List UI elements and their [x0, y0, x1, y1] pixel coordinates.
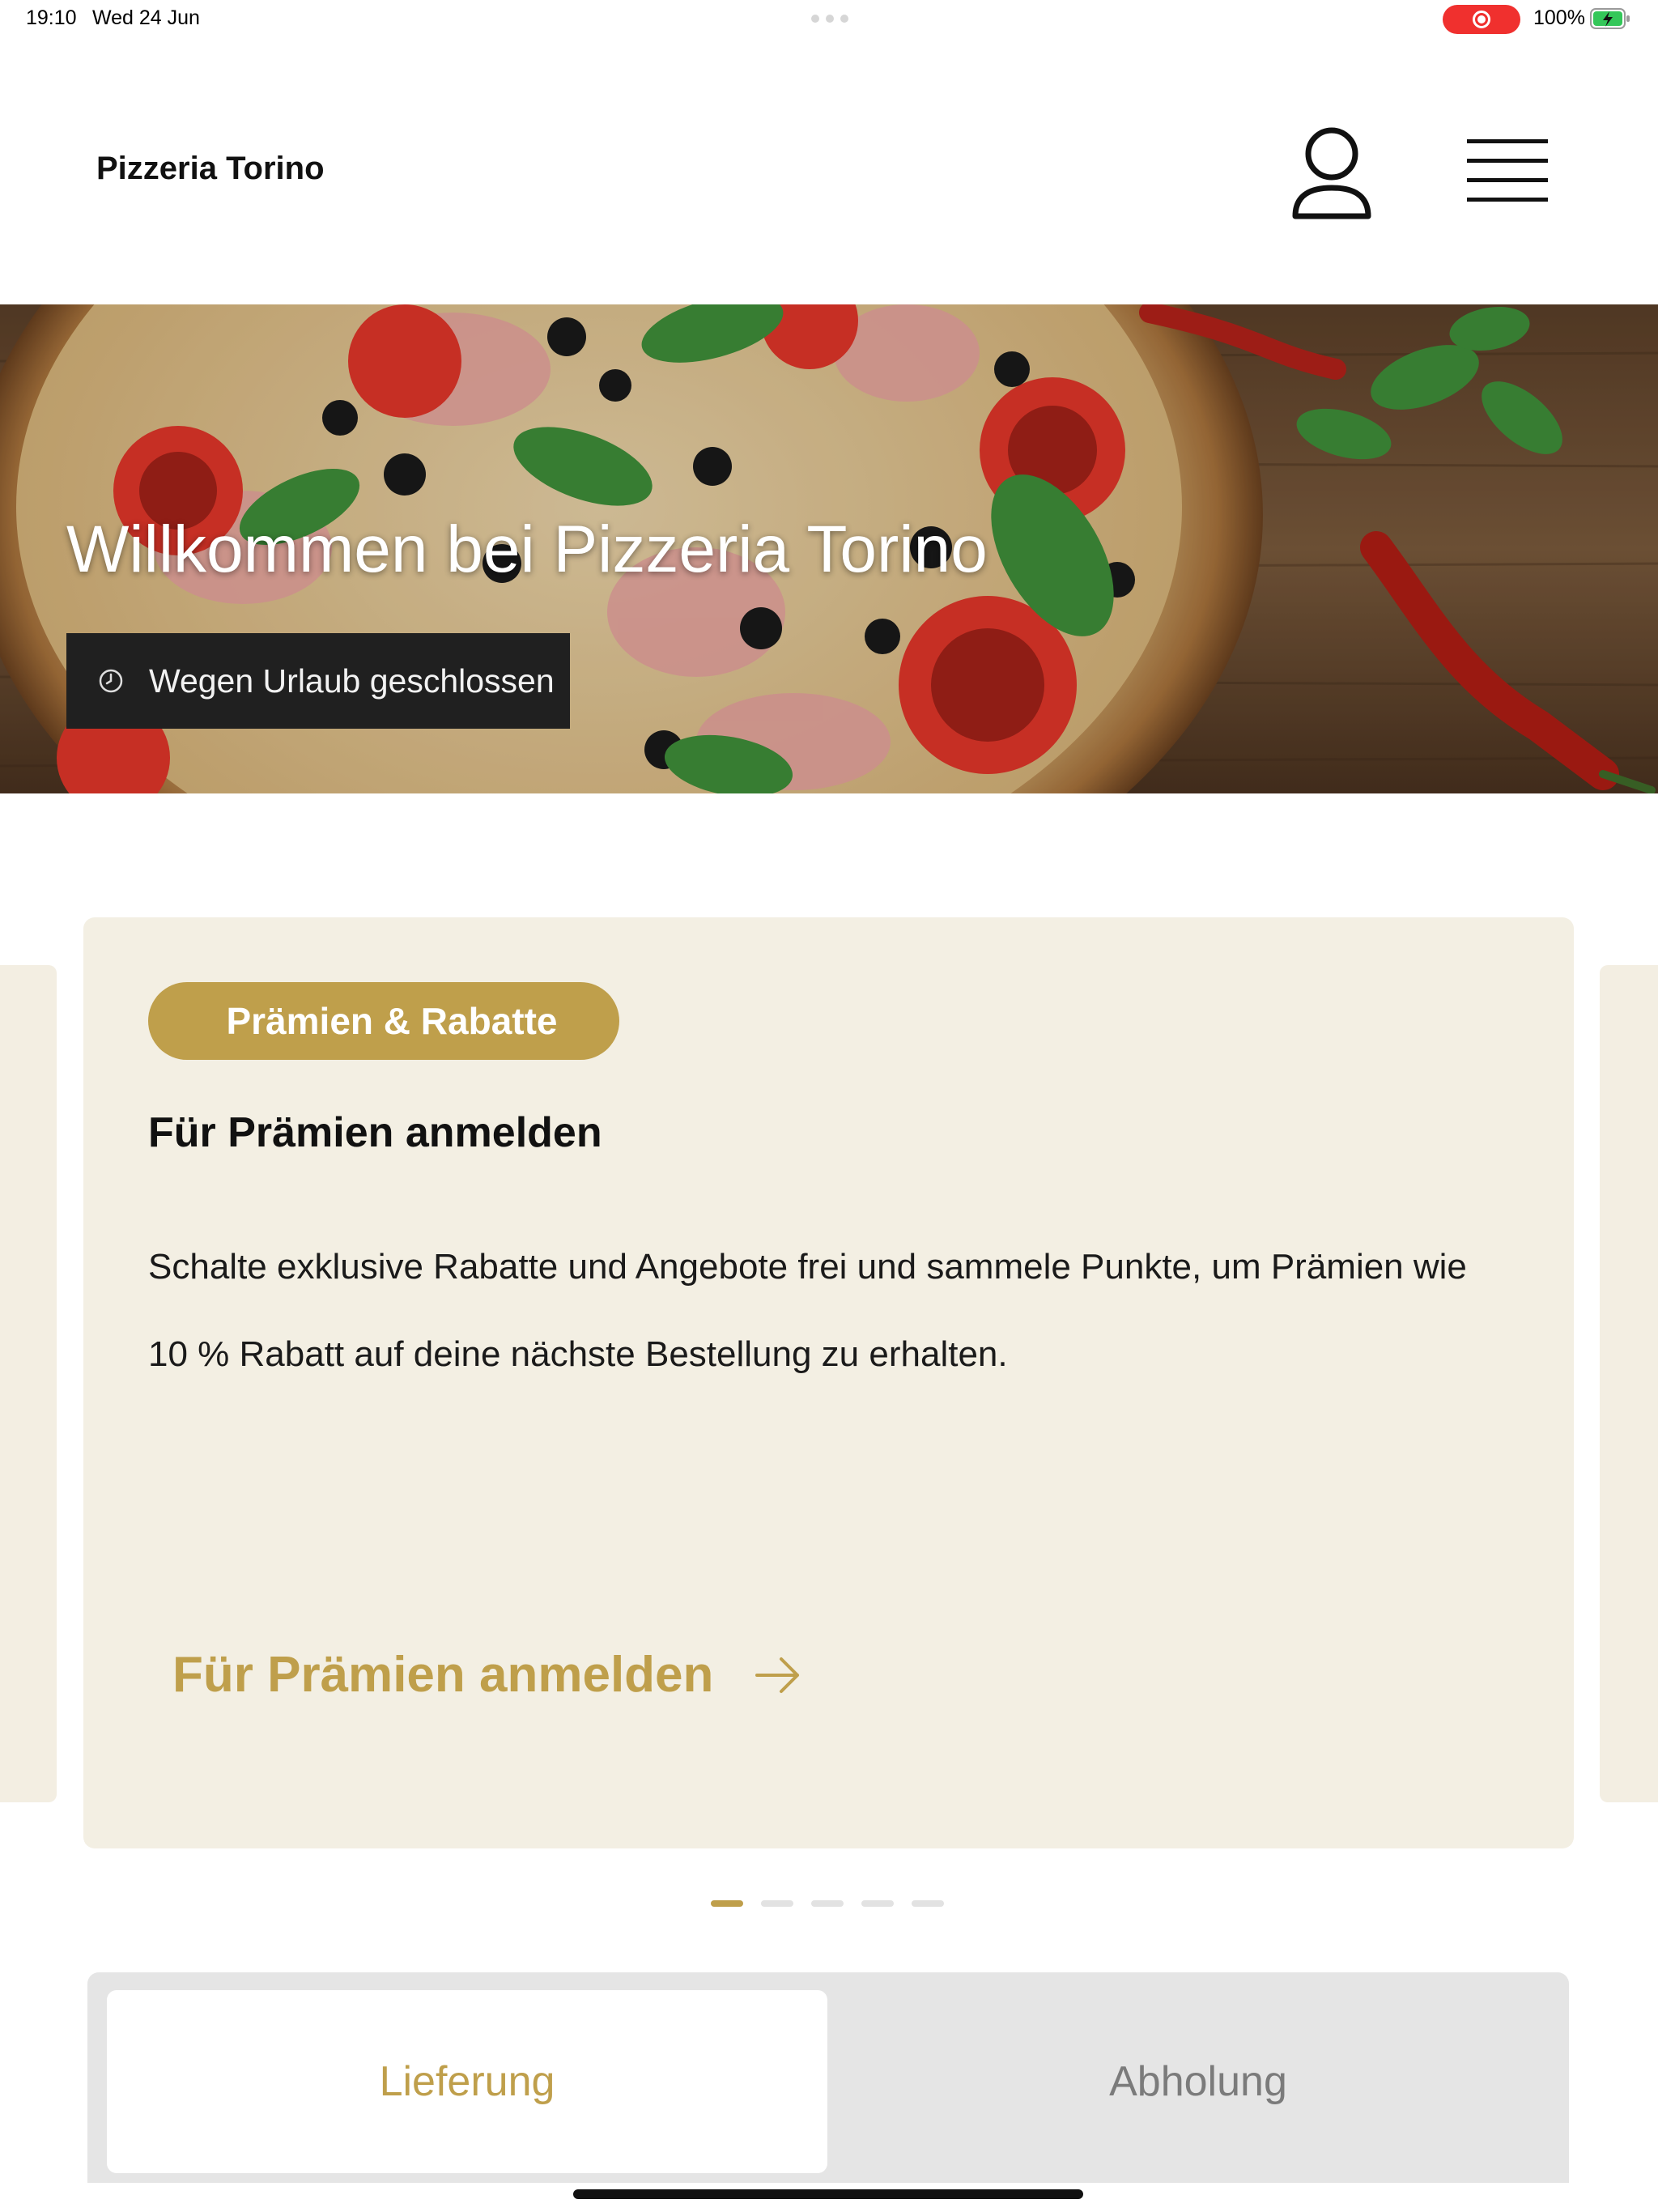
- page-dot[interactable]: [861, 1900, 894, 1907]
- multitasking-dots-icon[interactable]: [811, 15, 848, 23]
- record-icon: [1473, 11, 1490, 28]
- app-screen: 19:10 Wed 24 Jun 100% Pizzeria Torino Wi…: [0, 0, 1658, 2212]
- battery-charging-icon: [1590, 8, 1630, 29]
- home-indicator[interactable]: [573, 2189, 1083, 2199]
- arrow-right-icon: [755, 1657, 800, 1693]
- rewards-promo-card[interactable]: Prämien & Rabatte Für Prämien anmelden S…: [83, 917, 1574, 1848]
- next-card-peek[interactable]: [1600, 965, 1658, 1802]
- promo-description-line: 10 % Rabatt auf deine nächste Bestellung…: [148, 1334, 1008, 1374]
- rewards-signup-link[interactable]: Für Prämien anmelden: [172, 1646, 802, 1704]
- promo-description-line: Schalte exklusive Rabatte und Angebote f…: [148, 1247, 1467, 1287]
- store-status-badge: Wegen Urlaub geschlossen: [66, 633, 570, 729]
- brand-name[interactable]: Pizzeria Torino: [96, 151, 325, 187]
- page-dot[interactable]: [711, 1900, 743, 1907]
- carousel-page-indicator: [711, 1900, 944, 1907]
- promo-tag: Prämien & Rabatte: [148, 982, 619, 1060]
- rewards-signup-label: Für Prämien anmelden: [172, 1647, 714, 1703]
- hamburger-icon: [1467, 139, 1548, 202]
- previous-card-peek[interactable]: [0, 965, 57, 1802]
- store-status-text: Wegen Urlaub geschlossen: [149, 661, 555, 700]
- hero-title: Willkommen bei Pizzeria Torino: [66, 513, 988, 586]
- person-icon: [1292, 127, 1371, 219]
- promo-heading: Für Prämien anmelden: [148, 1109, 602, 1156]
- account-button[interactable]: [1289, 123, 1375, 225]
- page-dot[interactable]: [912, 1900, 944, 1907]
- order-mode-selector: Lieferung Abholung: [87, 1972, 1569, 2183]
- delivery-option[interactable]: Lieferung: [107, 1990, 827, 2173]
- clock-icon: [99, 669, 123, 693]
- battery-percent: 100%: [1533, 6, 1585, 29]
- screen-recording-indicator[interactable]: [1443, 5, 1520, 34]
- promo-description: Schalte exklusive Rabatte und Angebote f…: [148, 1223, 1524, 1398]
- status-time: 19:10: [26, 6, 77, 29]
- status-date: Wed 24 Jun: [92, 6, 200, 29]
- pickup-option[interactable]: Abholung: [827, 1990, 1569, 2173]
- menu-button[interactable]: [1465, 136, 1550, 207]
- page-dot[interactable]: [761, 1900, 793, 1907]
- status-bar: 19:10 Wed 24 Jun 100%: [0, 0, 1658, 39]
- hero-banner: Willkommen bei Pizzeria Torino Wegen Url…: [0, 304, 1658, 793]
- page-dot[interactable]: [811, 1900, 844, 1907]
